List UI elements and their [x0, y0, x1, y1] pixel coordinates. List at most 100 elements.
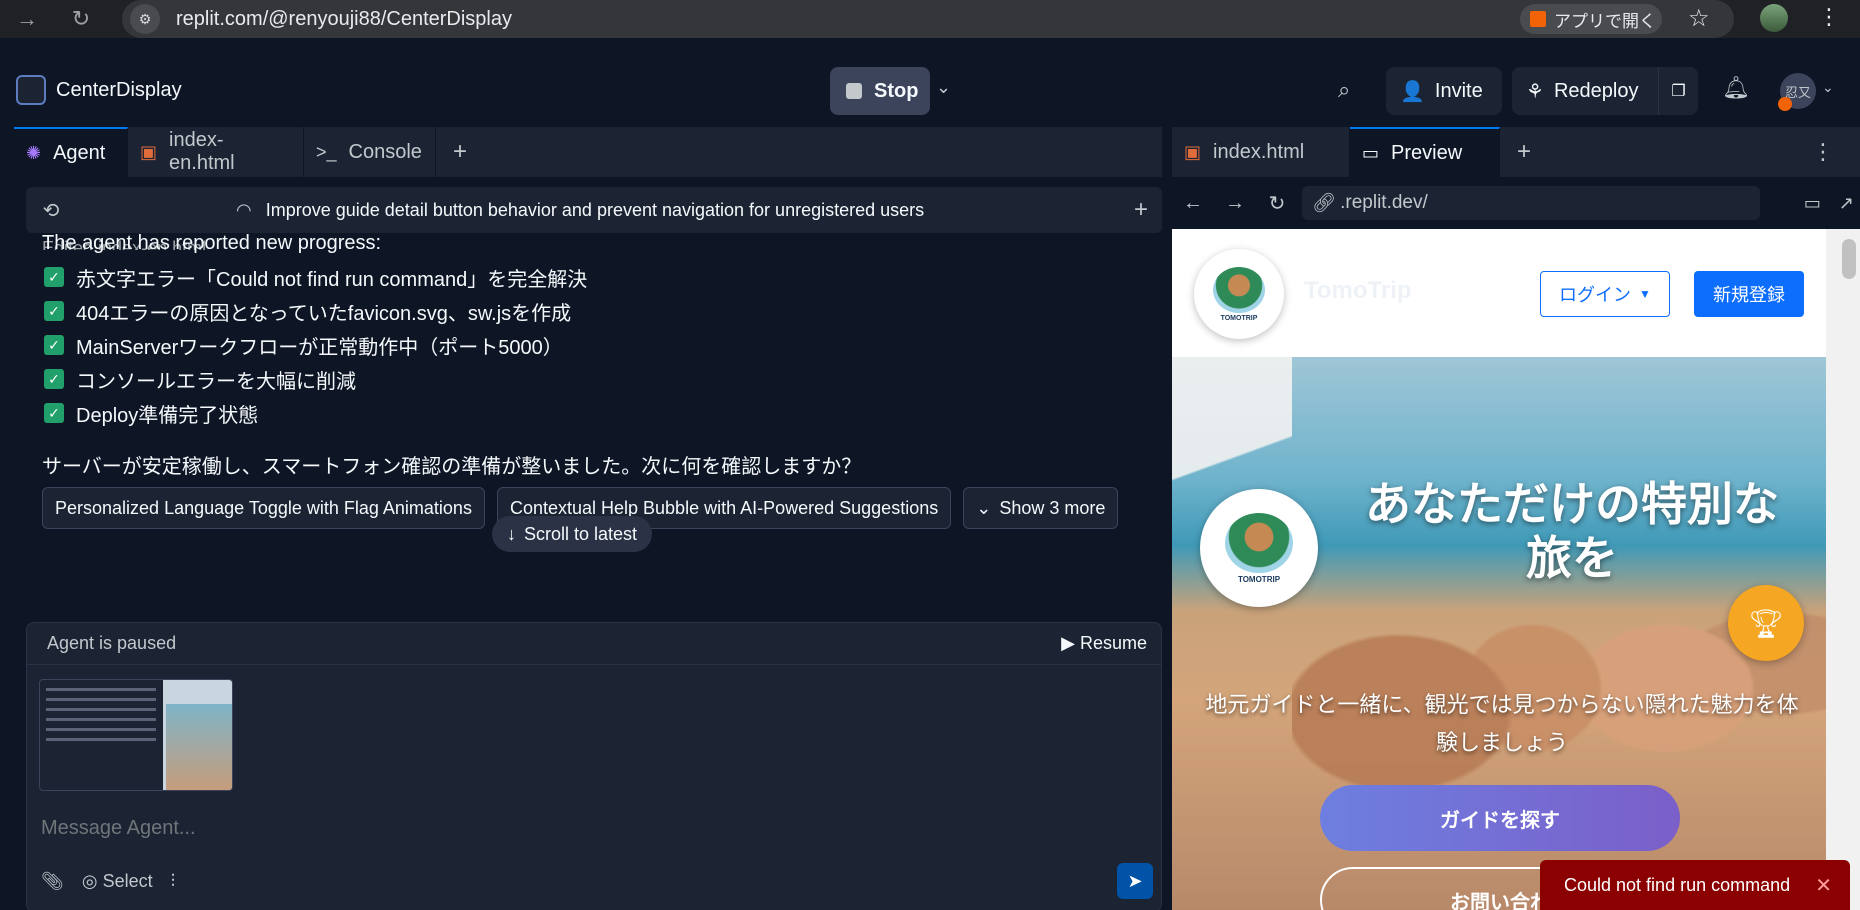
scroll-latest-label: Scroll to latest: [523, 523, 638, 544]
chevron-down-icon[interactable]: ⌄: [936, 77, 951, 98]
html5-icon: ▣: [140, 141, 158, 162]
webview: TOMOTRIP TomoTrip ログイン ▼ 新規登録 TOMOTRIP あ…: [1172, 229, 1860, 910]
reload-icon[interactable]: ↻: [62, 6, 100, 32]
add-tab-icon[interactable]: +: [436, 127, 484, 177]
checkmark-icon: ✓: [44, 335, 64, 355]
task-title: Improve guide detail button behavior and…: [265, 199, 925, 220]
chrome-profile-avatar[interactable]: [1760, 4, 1788, 32]
address-url[interactable]: replit.com/@renyouji88/CenterDisplay: [176, 8, 512, 31]
find-guide-button[interactable]: ガイドを探す: [1320, 785, 1680, 851]
settings-sliders-icon[interactable]: ⫶: [171, 871, 176, 892]
preview-url-bar[interactable]: 🔗︎ .replit.dev/: [1302, 186, 1760, 220]
link-icon: 🔗︎: [1312, 193, 1337, 214]
agent-question: サーバーが安定稼働し、スマートフォン確認の準備が整いました。次に何を確認しますか…: [42, 456, 862, 478]
forward-icon[interactable]: →: [8, 6, 46, 32]
new-task-icon[interactable]: +: [1134, 196, 1148, 224]
address-bar[interactable]: ⚙ replit.com/@renyouji88/CenterDisplay: [122, 0, 1734, 38]
device-toggle-icon[interactable]: ▭: [1804, 193, 1821, 214]
resume-button[interactable]: ▶ Resume: [1061, 633, 1147, 654]
suggestion-chip[interactable]: Personalized Language Toggle with Flag A…: [42, 487, 485, 529]
list-item-text: コンソールエラーを大幅に削減: [76, 370, 356, 393]
list-item: ✓ 赤文字エラー「Could not find run command」を完全解決: [44, 260, 587, 294]
deploy-panel-icon[interactable]: ❐: [1658, 67, 1698, 115]
preview-actions: ▭ ↗: [1804, 193, 1854, 214]
send-icon: ➤: [1127, 870, 1143, 891]
avatar[interactable]: 忍又: [1778, 73, 1816, 111]
tab-index-html[interactable]: ▣ index.html: [1172, 127, 1350, 177]
resume-label: Resume: [1079, 633, 1147, 653]
tab-console[interactable]: >_ Console: [304, 127, 436, 177]
composer-toolbar: 📎︎ ◎ Select ⫶: [41, 871, 175, 892]
show-more-button[interactable]: ⌄ Show 3 more: [963, 487, 1119, 529]
stop-button[interactable]: Stop: [830, 67, 930, 115]
trophy-icon[interactable]: 🏆︎: [1728, 585, 1804, 661]
search-icon[interactable]: ⌕: [1338, 77, 1350, 103]
open-new-window-icon[interactable]: ↗: [1839, 193, 1854, 214]
forward-icon[interactable]: →: [1214, 192, 1256, 215]
monitor-icon: ▭: [1362, 142, 1380, 163]
attached-screenshot-thumbnail[interactable]: [39, 679, 233, 791]
site-logo[interactable]: TOMOTRIP: [1194, 249, 1284, 339]
tab-index-en-html[interactable]: ▣ index-en.html: [128, 127, 304, 177]
chevron-down-icon[interactable]: ⌄: [1822, 79, 1834, 96]
target-icon: ◎: [81, 871, 98, 891]
invite-button[interactable]: 👤 Invite: [1386, 67, 1502, 115]
bookmark-star-icon[interactable]: ☆: [1688, 4, 1710, 33]
project-name[interactable]: CenterDisplay: [56, 79, 182, 102]
select-element-button[interactable]: ◎ Select: [82, 871, 153, 892]
list-item: ✓ 404エラーの原因となっていたfavicon.svg、sw.jsを作成: [44, 294, 587, 328]
logo-image: [1213, 266, 1265, 313]
site-brand[interactable]: TomoTrip: [1304, 277, 1412, 305]
redeploy-label: Redeploy: [1553, 79, 1639, 102]
tab-preview[interactable]: ▭ Preview: [1350, 127, 1500, 177]
signup-button[interactable]: 新規登録: [1694, 271, 1804, 317]
login-label: ログイン: [1559, 285, 1632, 305]
status-dot: [1778, 97, 1792, 111]
add-tab-icon[interactable]: +: [1500, 127, 1548, 177]
notification-bell-icon[interactable]: 🔔︎: [1722, 75, 1750, 101]
logo-text: TOMOTRIP: [1237, 574, 1281, 584]
show-more-label: Show 3 more: [999, 497, 1106, 518]
open-in-app-button[interactable]: アプリで開く: [1520, 4, 1662, 34]
project-icon[interactable]: [16, 75, 46, 105]
checkmark-icon: ✓: [44, 403, 64, 423]
agent-pane: ✺ Agent ▣ index-en.html >_ Console + ⟲ ◠…: [14, 127, 1162, 910]
redeploy-button[interactable]: ⚘ Redeploy ❐: [1512, 67, 1698, 115]
logo-image: [1225, 512, 1293, 573]
agent-status-bar: Agent is paused ▶ Resume: [27, 623, 1161, 665]
back-icon[interactable]: ←: [1172, 192, 1214, 215]
login-button[interactable]: ログイン ▼: [1540, 271, 1670, 317]
agent-status: Agent is paused: [47, 633, 177, 653]
close-icon[interactable]: ✕: [1815, 873, 1832, 898]
paperclip-icon[interactable]: 📎︎: [41, 871, 64, 892]
chrome-menu-icon[interactable]: ⋮: [1818, 4, 1840, 30]
checkmark-icon: ✓: [44, 301, 64, 321]
checkmark-icon: ✓: [44, 267, 64, 287]
open-in-app-label: アプリで開く: [1554, 11, 1656, 31]
send-button[interactable]: ➤: [1117, 863, 1153, 899]
html5-icon: ▣: [1184, 141, 1202, 162]
scroll-to-latest-button[interactable]: ↓ Scroll to latest: [492, 516, 652, 552]
message-composer: Agent is paused ▶ Resume 📎︎ ◎ Select ⫶ ➤: [26, 622, 1162, 910]
scrollbar-track[interactable]: [1826, 229, 1860, 910]
list-item-text: Deploy準備完了状態: [76, 404, 259, 427]
select-label: Select: [102, 871, 153, 891]
thumbnail-preview: [166, 704, 232, 790]
tab-agent[interactable]: ✺ Agent: [14, 127, 128, 177]
preview-pane: ▣ index.html ▭ Preview + ⋮ ← → ↻ 🔗︎ .rep…: [1172, 127, 1860, 910]
preview-toolbar: ← → ↻ 🔗︎ .replit.dev/ ▭ ↗: [1172, 177, 1860, 229]
list-item: ✓ MainServerワークフローが正常動作中（ポート5000）: [44, 328, 587, 362]
tab-label: Agent: [53, 141, 106, 164]
task-bar: ⟲ ◠ Improve guide detail button behavior…: [26, 187, 1162, 233]
history-icon[interactable]: ⟲: [26, 198, 76, 223]
site-info-icon[interactable]: ⚙: [130, 4, 160, 34]
preview-url: .replit.dev/: [1340, 192, 1428, 213]
message-input[interactable]: [41, 813, 941, 843]
site-navbar: TOMOTRIP TomoTrip ログイン ▼ 新規登録: [1172, 229, 1860, 357]
pane-divider[interactable]: [1162, 127, 1172, 910]
checkmark-icon: ✓: [44, 369, 64, 389]
hero-subtitle: 地元ガイドと一緒に、観光では見つからない隠れた魅力を体験しましょう: [1205, 693, 1799, 756]
more-options-icon[interactable]: ⋮: [1812, 139, 1834, 165]
scrollbar-thumb[interactable]: [1842, 239, 1856, 279]
reload-icon[interactable]: ↻: [1256, 191, 1298, 216]
